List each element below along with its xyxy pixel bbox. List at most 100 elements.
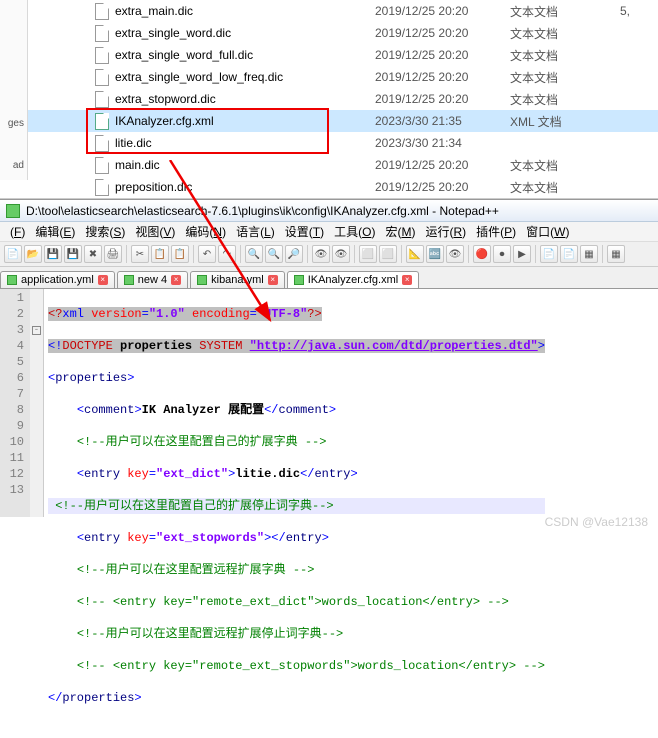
tab-icon [294, 275, 304, 285]
editor-tab[interactable]: application.yml× [0, 271, 115, 288]
toolbar-button[interactable]: 📐 [406, 245, 424, 263]
notepad-plus-plus: D:\tool\elasticsearch\elasticsearch-7.6.… [0, 199, 658, 517]
toolbar-button[interactable]: ↶ [198, 245, 216, 263]
file-name: extra_single_word_full.dic [115, 48, 375, 62]
file-name: extra_main.dic [115, 4, 375, 18]
file-icon [95, 69, 109, 86]
toolbar-button[interactable]: 🔤 [426, 245, 444, 263]
file-type: 文本文档 [510, 179, 590, 196]
file-icon [95, 179, 109, 196]
toolbar-button[interactable]: 👁 [332, 245, 350, 263]
fold-margin[interactable]: - [30, 289, 44, 517]
close-icon[interactable]: × [171, 275, 181, 285]
editor: 12345678910111213 - <?xml version="1.0" … [0, 289, 658, 517]
file-date: 2019/12/25 20:20 [375, 4, 510, 18]
menu-bar[interactable]: (F)编辑(E)搜索(S)视图(V)编码(N)语言(L)设置(T)工具(O)宏(… [0, 222, 658, 242]
file-row[interactable]: extra_main.dic2019/12/25 20:20文本文档5, [0, 0, 658, 22]
menu-item[interactable]: 视图(V) [131, 223, 179, 240]
file-list[interactable]: extra_main.dic2019/12/25 20:20文本文档5,extr… [0, 0, 658, 198]
explorer-sidebar: ges ad [0, 0, 28, 180]
tab-label: kibana.yml [211, 274, 264, 286]
menu-item[interactable]: 编码(N) [181, 223, 230, 240]
toolbar-button[interactable]: 🔴 [473, 245, 491, 263]
file-row[interactable]: preposition.dic2019/12/25 20:20文本文档 [0, 176, 658, 198]
code-area[interactable]: <?xml version="1.0" encoding="UTF-8"?> <… [44, 289, 545, 517]
file-date: 2019/12/25 20:20 [375, 92, 510, 106]
tab-icon [124, 275, 134, 285]
file-type: 文本文档 [510, 47, 590, 64]
file-icon [95, 3, 109, 20]
toolbar-button[interactable]: ▦ [607, 245, 625, 263]
toolbar-button[interactable]: 📄 [540, 245, 558, 263]
file-row[interactable]: extra_single_word_full.dic2019/12/25 20:… [0, 44, 658, 66]
file-name: litie.dic [115, 136, 375, 150]
toolbar-button[interactable]: 🖨 [104, 245, 122, 263]
toolbar-button[interactable]: 📄 [560, 245, 578, 263]
file-name: main.dic [115, 158, 375, 172]
file-type: 文本文档 [510, 3, 590, 20]
toolbar-button[interactable]: 🔍 [245, 245, 263, 263]
editor-tab[interactable]: new 4 × [117, 271, 188, 288]
file-type: 文本文档 [510, 157, 590, 174]
file-row[interactable]: IKAnalyzer.cfg.xml2023/3/30 21:35XML 文档 [0, 110, 658, 132]
file-row[interactable]: extra_stopword.dic2019/12/25 20:20文本文档 [0, 88, 658, 110]
line-gutter: 12345678910111213 [0, 289, 30, 517]
file-row[interactable]: extra_single_word.dic2019/12/25 20:20文本文… [0, 22, 658, 44]
file-date: 2019/12/25 20:20 [375, 48, 510, 62]
menu-item[interactable]: (F) [6, 225, 29, 239]
file-name: extra_stopword.dic [115, 92, 375, 106]
toolbar-button[interactable]: ✂ [131, 245, 149, 263]
close-icon[interactable]: × [402, 275, 412, 285]
file-name: preposition.dic [115, 180, 375, 194]
menu-item[interactable]: 设置(T) [281, 223, 328, 240]
toolbar-button[interactable]: ↷ [218, 245, 236, 263]
file-date: 2019/12/25 20:20 [375, 70, 510, 84]
toolbar-button[interactable]: 📋 [171, 245, 189, 263]
menu-item[interactable]: 语言(L) [232, 223, 279, 240]
tab-bar[interactable]: application.yml×new 4×kibana.yml×IKAnaly… [0, 267, 658, 289]
toolbar-button[interactable]: 🔍 [265, 245, 283, 263]
toolbar-button[interactable]: ▦ [580, 245, 598, 263]
sidebar-text: ad [13, 160, 24, 171]
menu-item[interactable]: 宏(M) [381, 223, 419, 240]
toolbar-button[interactable]: 📂 [24, 245, 42, 263]
file-date: 2019/12/25 20:20 [375, 26, 510, 40]
toolbar-button[interactable]: 📋 [151, 245, 169, 263]
file-name: IKAnalyzer.cfg.xml [115, 114, 375, 128]
menu-item[interactable]: 工具(O) [330, 223, 379, 240]
window-title-bar: D:\tool\elasticsearch\elasticsearch-7.6.… [0, 200, 658, 222]
file-icon [95, 25, 109, 42]
editor-tab[interactable]: IKAnalyzer.cfg.xml × [287, 271, 419, 288]
close-icon[interactable]: × [268, 275, 278, 285]
menu-item[interactable]: 插件(P) [472, 223, 520, 240]
toolbar-button[interactable]: ✖ [84, 245, 102, 263]
toolbar[interactable]: 📄📂💾💾✖🖨✂📋📋↶↷🔍🔍🔎👁👁⬜⬜📐🔤👁🔴⏺▶📄📄▦▦ [0, 242, 658, 267]
toolbar-button[interactable]: 👁 [446, 245, 464, 263]
file-row[interactable]: main.dic2019/12/25 20:20文本文档 [0, 154, 658, 176]
watermark: CSDN @Vae12138 [545, 515, 648, 529]
toolbar-button[interactable]: ▶ [513, 245, 531, 263]
toolbar-button[interactable]: ⏺ [493, 245, 511, 263]
toolbar-button[interactable]: 👁 [312, 245, 330, 263]
file-row[interactable]: litie.dic2023/3/30 21:34 [0, 132, 658, 154]
toolbar-button[interactable]: 💾 [64, 245, 82, 263]
file-icon [95, 113, 109, 130]
toolbar-button[interactable]: 📄 [4, 245, 22, 263]
editor-tab[interactable]: kibana.yml × [190, 271, 285, 288]
menu-item[interactable]: 编辑(E) [31, 223, 79, 240]
file-type: 文本文档 [510, 91, 590, 108]
file-row[interactable]: extra_single_word_low_freq.dic2019/12/25… [0, 66, 658, 88]
file-date: 2023/3/30 21:34 [375, 136, 510, 150]
window-title: D:\tool\elasticsearch\elasticsearch-7.6.… [26, 204, 499, 218]
tab-label: IKAnalyzer.cfg.xml [308, 274, 398, 286]
toolbar-button[interactable]: ⬜ [359, 245, 377, 263]
menu-item[interactable]: 搜索(S) [81, 223, 129, 240]
menu-item[interactable]: 运行(R) [421, 223, 470, 240]
tab-label: new 4 [138, 274, 167, 286]
toolbar-button[interactable]: ⬜ [379, 245, 397, 263]
close-icon[interactable]: × [98, 275, 108, 285]
menu-item[interactable]: 窗口(W) [522, 223, 573, 240]
toolbar-button[interactable]: 🔎 [285, 245, 303, 263]
file-type: 文本文档 [510, 69, 590, 86]
toolbar-button[interactable]: 💾 [44, 245, 62, 263]
